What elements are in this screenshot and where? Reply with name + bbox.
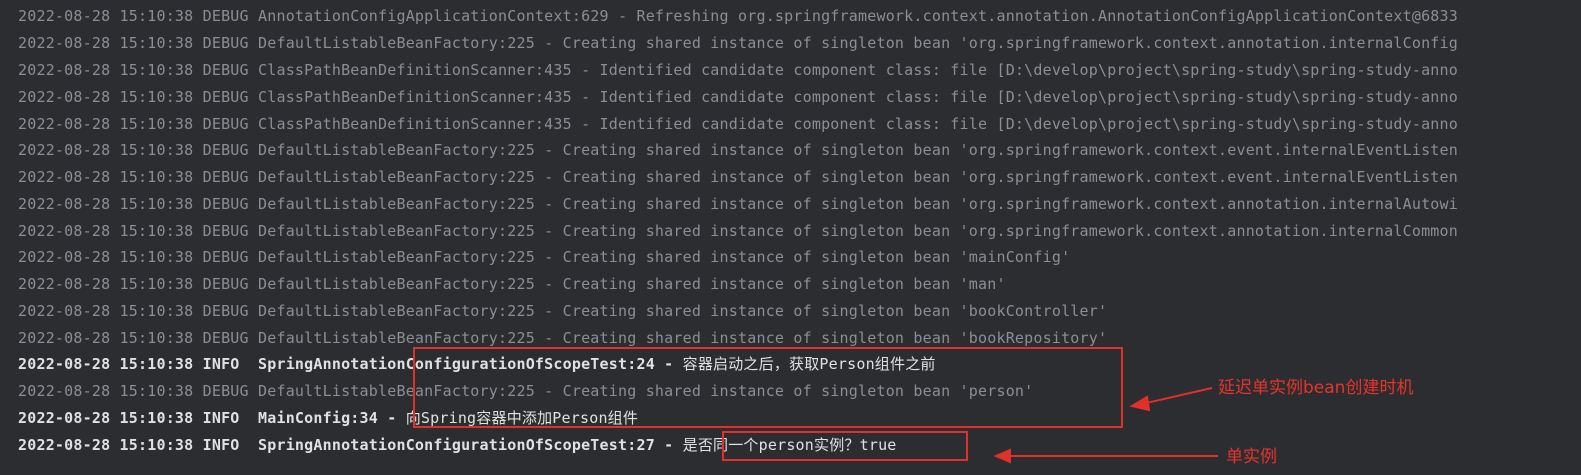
- log-prefix: 2022-08-28 15:10:38 INFO SpringAnnotatio…: [18, 436, 683, 454]
- singleton-note: 单实例: [1226, 447, 1277, 467]
- log-line-debug: 2022-08-28 15:10:38 DEBUG DefaultListabl…: [18, 248, 1071, 266]
- log-prefix: 2022-08-28 15:10:38 INFO MainConfig:34 -: [18, 409, 406, 427]
- log-line-debug: 2022-08-28 15:10:38 DEBUG DefaultListabl…: [18, 141, 1458, 159]
- log-line-debug: 2022-08-28 15:10:38 DEBUG DefaultListabl…: [18, 168, 1458, 186]
- log-line-debug: 2022-08-28 15:10:38 DEBUG DefaultListabl…: [18, 195, 1458, 213]
- lazy-init-highlight-box: [413, 347, 1123, 428]
- log-line-debug: 2022-08-28 15:10:38 DEBUG DefaultListabl…: [18, 34, 1458, 52]
- log-line-debug: 2022-08-28 15:10:38 DEBUG ClassPathBeanD…: [18, 88, 1458, 106]
- log-line-debug: 2022-08-28 15:10:38 DEBUG ClassPathBeanD…: [18, 61, 1458, 79]
- log-line-debug: 2022-08-28 15:10:38 DEBUG DefaultListabl…: [18, 275, 1006, 293]
- singleton-highlight-box: [722, 431, 968, 461]
- log-line-debug: 2022-08-28 15:10:38 DEBUG DefaultListabl…: [18, 222, 1458, 240]
- lazy-init-note: 延迟单实例bean创建时机: [1218, 378, 1414, 398]
- log-line-debug: 2022-08-28 15:10:38 DEBUG ClassPathBeanD…: [18, 115, 1458, 133]
- log-line-debug: 2022-08-28 15:10:38 DEBUG AnnotationConf…: [18, 7, 1458, 25]
- log-line-debug: 2022-08-28 15:10:38 DEBUG DefaultListabl…: [18, 302, 1108, 320]
